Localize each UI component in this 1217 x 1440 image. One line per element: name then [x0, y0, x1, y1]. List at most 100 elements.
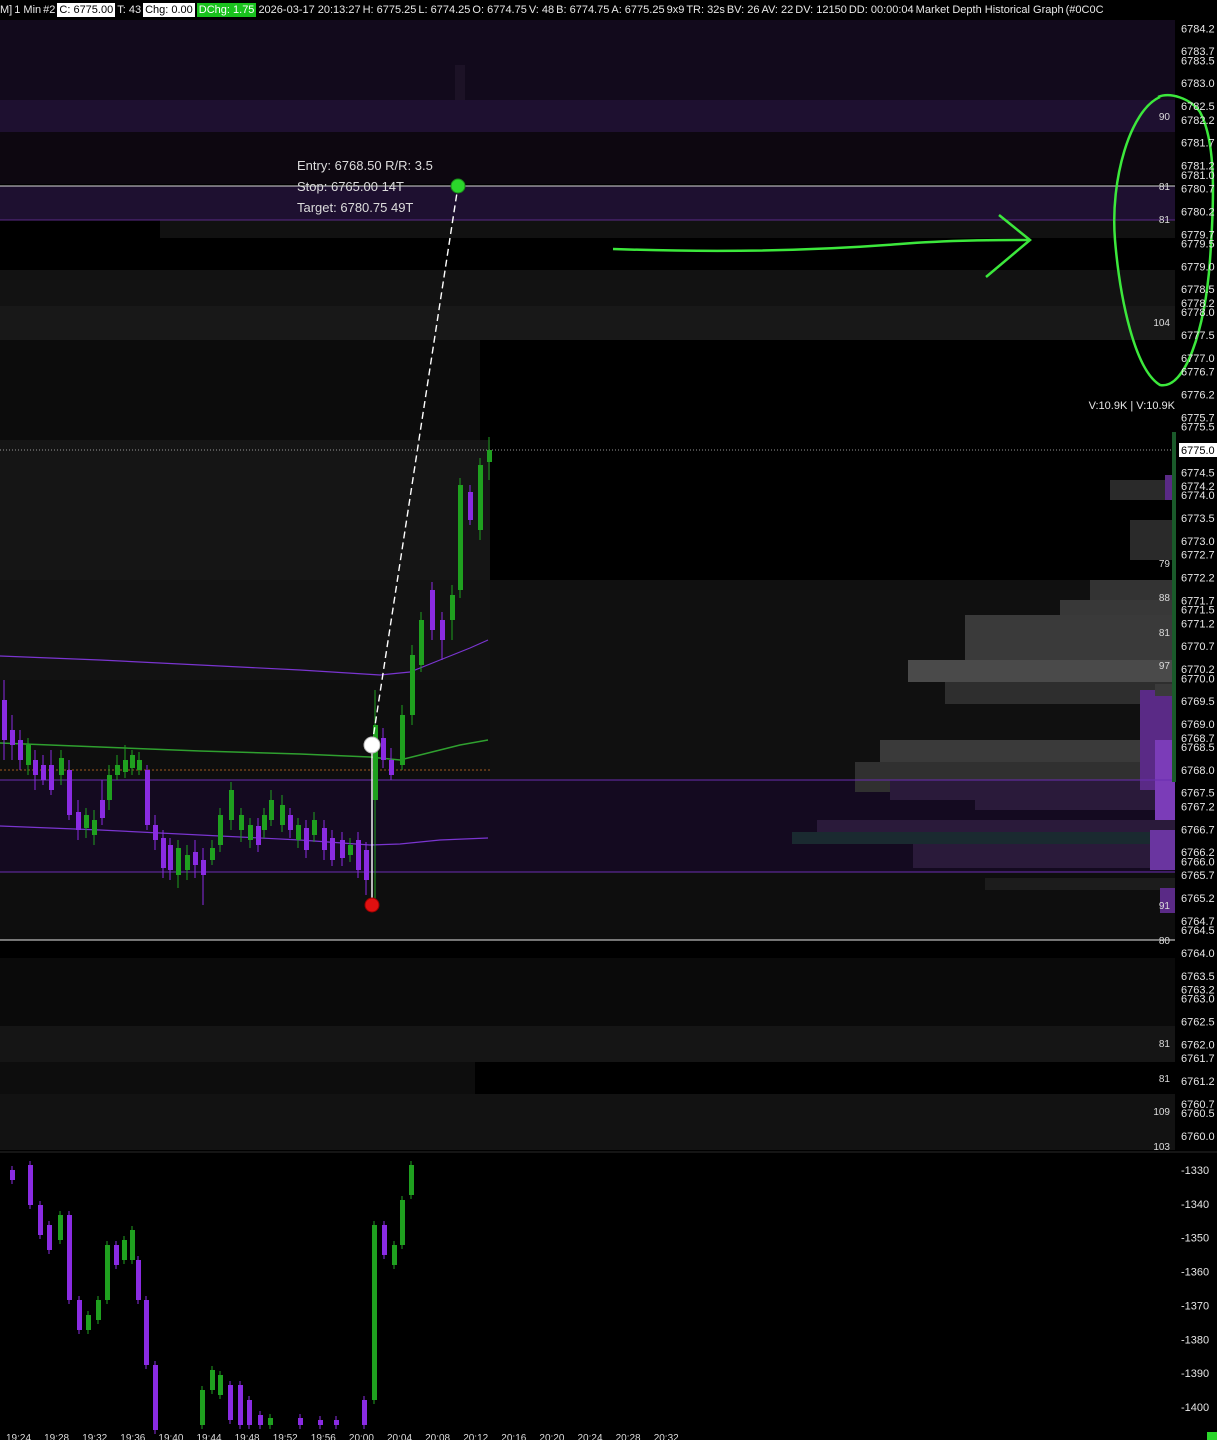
price-tick-label: 6777.5 [1181, 330, 1215, 342]
price-tick-label: 6771.5 [1181, 605, 1215, 617]
depth-value-label: 80 [1159, 936, 1171, 947]
time-tick-label: 20:08 [425, 1433, 450, 1440]
delta-bar [105, 1245, 110, 1300]
candle-body [92, 820, 97, 835]
depth-value-label: 90 [1159, 112, 1171, 123]
delta-bar [67, 1215, 72, 1300]
candle-body [430, 590, 435, 630]
price-tick-label: 6782.5 [1181, 101, 1215, 113]
volume-edge-bar [1172, 432, 1176, 782]
delta-bar [382, 1225, 387, 1255]
price-tick-label: 6774.0 [1181, 490, 1215, 502]
delta-bar [218, 1375, 223, 1395]
candle-body [201, 860, 206, 875]
depth-value-label: 91 [1159, 901, 1171, 912]
candle-body [400, 715, 405, 765]
delta-tick-label: -1350 [1181, 1233, 1209, 1245]
candle-body [239, 815, 244, 830]
price-tick-label: 6776.2 [1181, 389, 1215, 401]
price-tick-label: 6768.5 [1181, 742, 1215, 754]
candle-body [210, 848, 215, 860]
price-tick-label: 6770.0 [1181, 673, 1215, 685]
delta-bar [334, 1420, 339, 1425]
candle-body [130, 755, 135, 768]
delta-bar [38, 1205, 43, 1235]
candle-body [76, 812, 81, 830]
delta-bar [153, 1365, 158, 1430]
delta-bar [144, 1300, 149, 1365]
price-tick-label: 6762.0 [1181, 1039, 1215, 1051]
depth-value-label: 109 [1153, 1107, 1170, 1118]
price-axis[interactable]: 6784.26783.76783.56783.06782.56782.26781… [1181, 23, 1215, 1143]
delta-tick-label: -1390 [1181, 1368, 1209, 1380]
candle-body [107, 775, 112, 800]
delta-bar [130, 1230, 135, 1260]
delta-tick-label: -1340 [1181, 1199, 1209, 1211]
candle-body [49, 765, 54, 790]
chart-canvas[interactable]: Entry: 6768.50 R/R: 3.5 Stop: 6765.00 14… [0, 0, 1217, 1440]
price-tick-label: 6764.0 [1181, 948, 1215, 960]
delta-bar [247, 1400, 252, 1425]
candle-body [18, 740, 23, 760]
price-tick-label: 6779.0 [1181, 261, 1215, 273]
time-tick-label: 20:20 [539, 1433, 564, 1440]
price-tick-label: 6768.0 [1181, 765, 1215, 777]
price-tick-label: 6761.7 [1181, 1053, 1215, 1065]
time-tick-label: 19:32 [82, 1433, 107, 1440]
candle-body [41, 765, 46, 780]
price-tick-label: 6773.5 [1181, 513, 1215, 525]
delta-tick-label: -1370 [1181, 1300, 1209, 1312]
price-tick-label: 6767.2 [1181, 801, 1215, 813]
delta-bar [96, 1300, 101, 1320]
price-tick-label: 6780.7 [1181, 183, 1215, 195]
candle-body [389, 760, 394, 775]
candle-body [269, 800, 274, 820]
delta-bar [409, 1165, 414, 1195]
candle-body [193, 852, 198, 865]
time-tick-label: 20:00 [349, 1433, 374, 1440]
time-tick-label: 20:28 [616, 1433, 641, 1440]
stop-label: Stop: 6765.00 14T [297, 179, 404, 194]
delta-tick-label: -1330 [1181, 1165, 1209, 1177]
candle-body [373, 725, 378, 800]
candle-body [59, 758, 64, 775]
price-tick-label: 6781.0 [1181, 170, 1215, 182]
time-tick-label: 20:12 [463, 1433, 488, 1440]
depth-value-label: 81 [1159, 182, 1171, 193]
time-tick-label: 20:24 [578, 1433, 603, 1440]
price-tick-label: 6766.0 [1181, 856, 1215, 868]
price-tick-label: 6783.0 [1181, 78, 1215, 90]
entry-marker [363, 736, 381, 754]
candle-body [356, 840, 361, 870]
candle-body [33, 760, 38, 775]
delta-bar [362, 1400, 367, 1425]
candle-body [161, 838, 166, 868]
candle-body [381, 738, 386, 760]
target-marker [450, 178, 466, 194]
price-tick-label: 6765.7 [1181, 870, 1215, 882]
delta-bar [210, 1370, 215, 1390]
time-axis: 19:24 19:28 19:32 19:36 19:40 19:44 19:48 19:52… [6, 1433, 679, 1440]
time-tick-label: 19:36 [120, 1433, 145, 1440]
price-tick-label: 6773.0 [1181, 536, 1215, 548]
price-tick-label: 6779.5 [1181, 238, 1215, 250]
price-tick-label: 6764.5 [1181, 925, 1215, 937]
price-tick-label: 6772.7 [1181, 550, 1215, 562]
candle-body [137, 760, 142, 770]
price-tick-label: 6767.5 [1181, 788, 1215, 800]
candle-body [115, 765, 120, 775]
candle-body [84, 815, 89, 828]
delta-bar [268, 1418, 273, 1425]
price-tick-label: 6763.5 [1181, 971, 1215, 983]
current-price-label: 6775.0 [1181, 445, 1215, 457]
price-tick-label: 6761.2 [1181, 1076, 1215, 1088]
time-tick-label: 19:44 [197, 1433, 222, 1440]
time-tick-label: 19:48 [235, 1433, 260, 1440]
price-tick-label: 6783.5 [1181, 55, 1215, 67]
price-tick-label: 6760.0 [1181, 1131, 1215, 1143]
candle-body [26, 745, 31, 765]
delta-candles [10, 1161, 414, 1434]
candle-body [458, 485, 463, 590]
candle-body [168, 845, 173, 870]
price-tick-label: 6765.2 [1181, 893, 1215, 905]
